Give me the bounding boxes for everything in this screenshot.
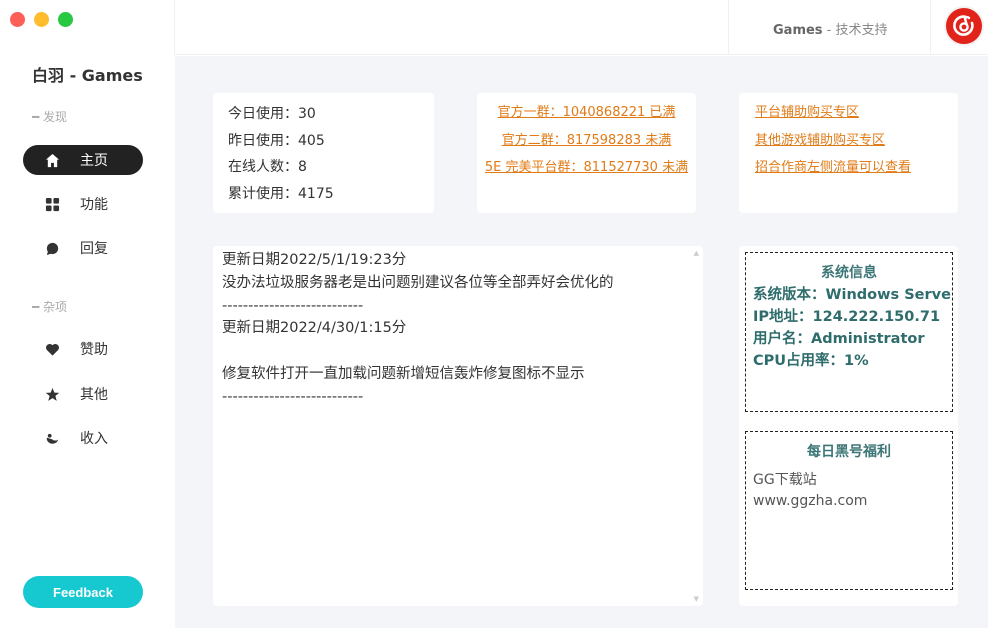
update-notes-textarea[interactable]: 更新日期2022/5/1/19:23分 没办法垃圾服务器老是出问题别建议各位等全… — [213, 246, 703, 606]
home-icon — [43, 151, 61, 169]
feedback-button[interactable]: Feedback — [23, 576, 143, 608]
stat-total: 累计使用：4175 — [228, 185, 334, 202]
sidebar-item-home[interactable]: 主页 — [23, 145, 143, 175]
system-info-box: 系统信息 系统版本：Windows Serve IP地址：124.222.150… — [745, 252, 953, 412]
purchase-links-card: 平台辅助购买专区 其他游戏辅助购买专区 招合作商左侧流量可以查看 — [739, 93, 958, 213]
minimize-window-button[interactable] — [34, 12, 49, 27]
wallet-icon — [43, 429, 61, 447]
section-label-discover: ━ 发现 — [32, 108, 67, 125]
sidebar-item-reply[interactable]: 回复 — [23, 233, 143, 263]
tech-support-link[interactable]: Games - 技术支持 — [773, 19, 888, 38]
app-title: 白羽 - Games — [32, 66, 143, 85]
maximize-window-button[interactable] — [58, 12, 73, 27]
sidebar-item-label: 赞助 — [80, 342, 108, 358]
daily-line-site: GG下载站 — [753, 472, 817, 488]
sidebar-item-label: 主页 — [80, 153, 108, 169]
header-brand: Games — [773, 23, 823, 38]
window-controls — [10, 12, 73, 27]
chat-icon — [43, 239, 61, 257]
section-label-misc: ━ 杂项 — [32, 298, 67, 315]
sidebar: 白羽 - Games ━ 发现 主页 功能 回复 ━ 杂项 赞助 其他 收入 F… — [0, 0, 174, 628]
group-link-1[interactable]: 官方一群：1040868221 已满 — [477, 99, 696, 127]
close-window-button[interactable] — [10, 12, 25, 27]
qq-groups-card: 官方一群：1040868221 已满 官方二群：817598283 未满 5E … — [477, 93, 696, 213]
stat-today: 今日使用：30 — [228, 106, 316, 122]
section-misc-text: 杂项 — [43, 300, 68, 314]
stat-online: 在线人数：8 — [228, 159, 307, 175]
other-games-purchase-link[interactable]: 其他游戏辅助购买专区 — [755, 127, 958, 155]
daily-line-url: www.ggzha.com — [753, 492, 868, 509]
partner-link[interactable]: 招合作商左侧流量可以查看 — [755, 154, 958, 182]
sidebar-item-label: 收入 — [80, 431, 108, 447]
system-info-title: 系统信息 — [821, 265, 877, 281]
section-dash: ━ — [32, 110, 44, 124]
grid-icon — [43, 195, 61, 213]
daily-welfare-title: 每日黑号福利 — [807, 444, 891, 460]
group-link-2[interactable]: 官方二群：817598283 未满 — [477, 127, 696, 155]
sidebar-item-features[interactable]: 功能 — [23, 189, 143, 219]
main-content: 今日使用：30 昨日使用：405 在线人数：8 累计使用：4175 官方一群：1… — [175, 56, 988, 628]
heart-icon — [43, 340, 61, 358]
daily-welfare-box: 每日黑号福利 GG下载站 www.ggzha.com — [745, 431, 953, 590]
header-separator: - — [822, 23, 836, 38]
username: 用户名：Administrator — [753, 331, 925, 347]
system-version: 系统版本：Windows Serve — [753, 287, 951, 303]
group-link-3[interactable]: 5E 完美平台群：811527730 未满 — [477, 154, 696, 182]
sidebar-item-label: 回复 — [80, 241, 108, 257]
scroll-down-arrow-icon[interactable]: ▼ — [694, 595, 699, 603]
section-discover-text: 发现 — [43, 110, 68, 124]
sidebar-item-income[interactable]: 收入 — [23, 423, 143, 453]
platform-purchase-link[interactable]: 平台辅助购买专区 — [755, 99, 958, 127]
header-support-text: 技术支持 — [835, 23, 888, 38]
scroll-up-arrow-icon[interactable]: ▲ — [694, 249, 699, 257]
stat-yesterday: 昨日使用：405 — [228, 132, 325, 149]
header-divider — [728, 0, 729, 55]
ip-address: IP地址：124.222.150.71 — [753, 309, 941, 325]
update-notes-text: 更新日期2022/5/1/19:23分 没办法垃圾服务器老是出问题别建议各位等全… — [222, 252, 614, 405]
top-header: Games - 技术支持 — [174, 0, 988, 55]
cpu-usage: CPU占用率：1% — [753, 353, 869, 369]
usage-stats-card: 今日使用：30 昨日使用：405 在线人数：8 累计使用：4175 — [213, 93, 434, 213]
star-icon — [43, 385, 61, 403]
system-panel: 系统信息 系统版本：Windows Serve IP地址：124.222.150… — [739, 246, 958, 606]
netease-music-icon[interactable] — [944, 6, 984, 46]
sidebar-item-other[interactable]: 其他 — [23, 379, 143, 409]
section-dash: ━ — [32, 300, 44, 314]
sidebar-item-sponsor[interactable]: 赞助 — [23, 334, 143, 364]
app-window: 白羽 - Games ━ 发现 主页 功能 回复 ━ 杂项 赞助 其他 收入 F… — [0, 0, 988, 628]
sidebar-item-label: 功能 — [80, 197, 108, 213]
sidebar-item-label: 其他 — [80, 387, 108, 403]
header-divider — [930, 0, 931, 55]
